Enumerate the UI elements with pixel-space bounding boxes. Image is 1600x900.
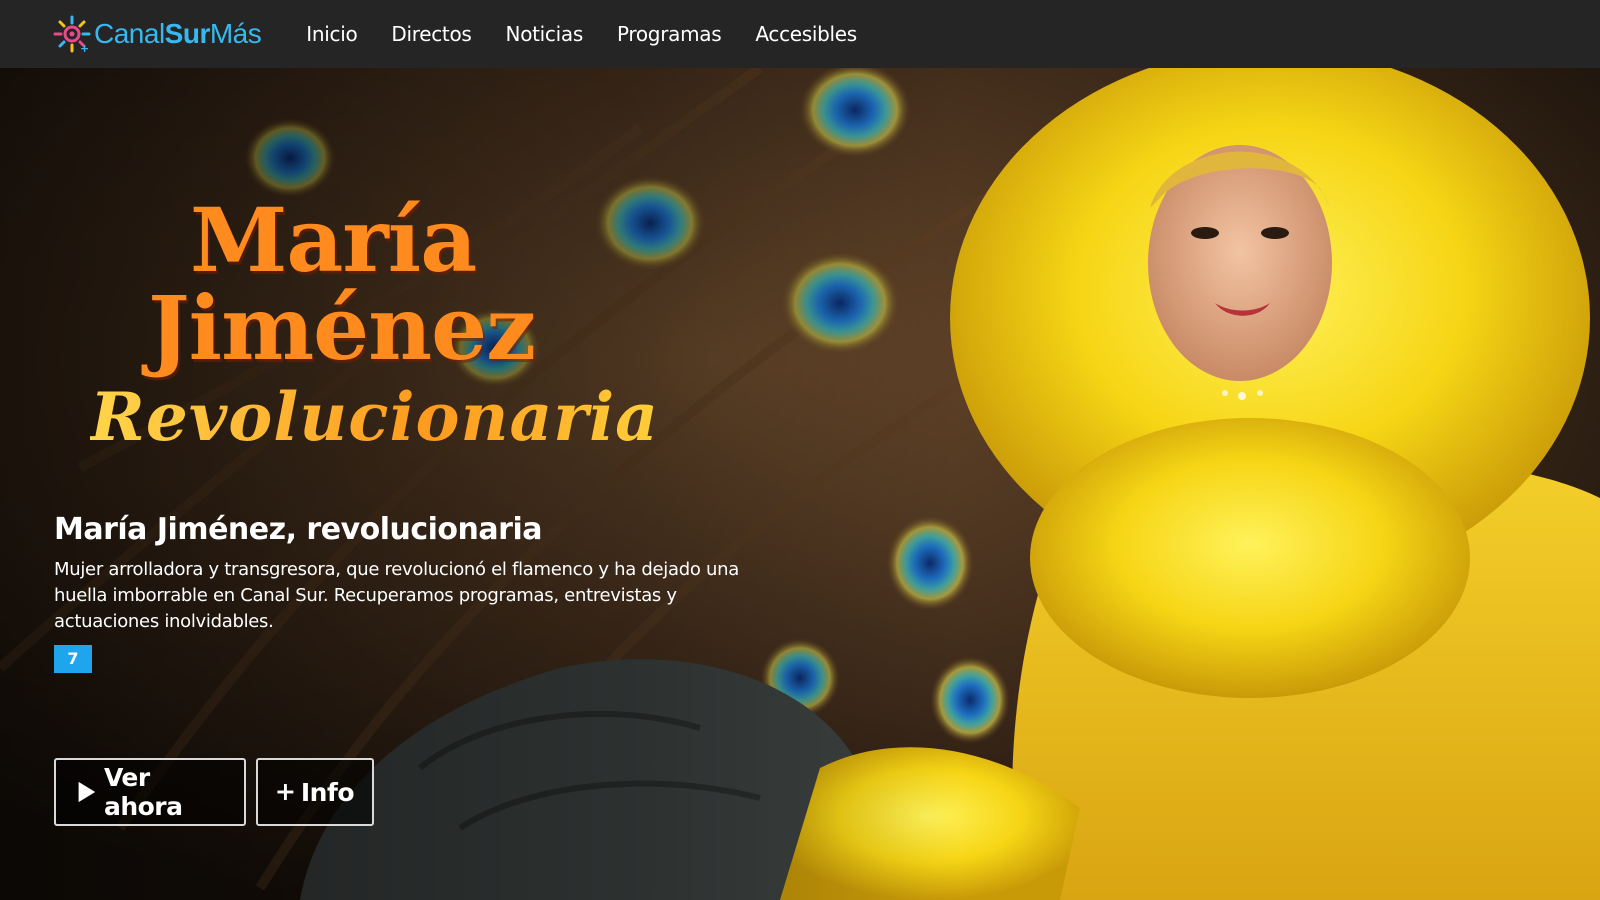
nav-item-directos[interactable]: Directos	[391, 22, 471, 46]
plus-icon	[277, 784, 294, 800]
brand-part-mas: Más	[209, 18, 262, 49]
canalsurmas-logo[interactable]: + CanalSurMás	[52, 0, 262, 68]
watch-now-button[interactable]: Ver ahora	[54, 758, 246, 826]
watch-now-label: Ver ahora	[103, 763, 183, 821]
show-title: María Jiménez, revolucionaria	[54, 512, 542, 547]
brand-part-sur: Sur	[164, 18, 211, 49]
artwork-line-maria: María	[190, 188, 477, 292]
age-rating-badge: 7	[54, 645, 92, 673]
artwork-line-jimenez: Jiménez	[148, 276, 536, 380]
brand-wordmark: CanalSurMás	[94, 18, 262, 49]
play-icon	[78, 781, 96, 803]
nav-item-programas[interactable]: Programas	[617, 22, 722, 46]
nav-item-noticias[interactable]: Noticias	[506, 22, 584, 46]
nav-item-inicio[interactable]: Inicio	[306, 22, 357, 46]
artwork-line-revolucionaria: Revolucionaria	[90, 378, 659, 456]
hero-actions: Ver ahora Info	[54, 758, 374, 826]
hero-banner: María Jiménez Revolucionaria María Jimén…	[0, 68, 1600, 900]
more-info-label: Info	[300, 777, 355, 807]
show-info: María Jiménez, revolucionaria Mujer arro…	[54, 512, 814, 673]
svg-text:+: +	[80, 42, 89, 54]
nav-item-accesibles[interactable]: Accesibles	[755, 22, 857, 46]
sun-logo-icon: +	[53, 15, 91, 54]
more-info-button[interactable]: Info	[256, 758, 374, 826]
top-navigation-bar: + CanalSurMás Inicio Directos Noticias P…	[0, 0, 1600, 68]
show-description: Mujer arrolladora y transgresora, que re…	[54, 559, 739, 632]
brand-part-canal: Canal	[94, 18, 165, 49]
show-title-artwork: María Jiménez Revolucionaria	[80, 196, 680, 546]
main-nav: Inicio Directos Noticias Programas Acces…	[289, 0, 874, 68]
